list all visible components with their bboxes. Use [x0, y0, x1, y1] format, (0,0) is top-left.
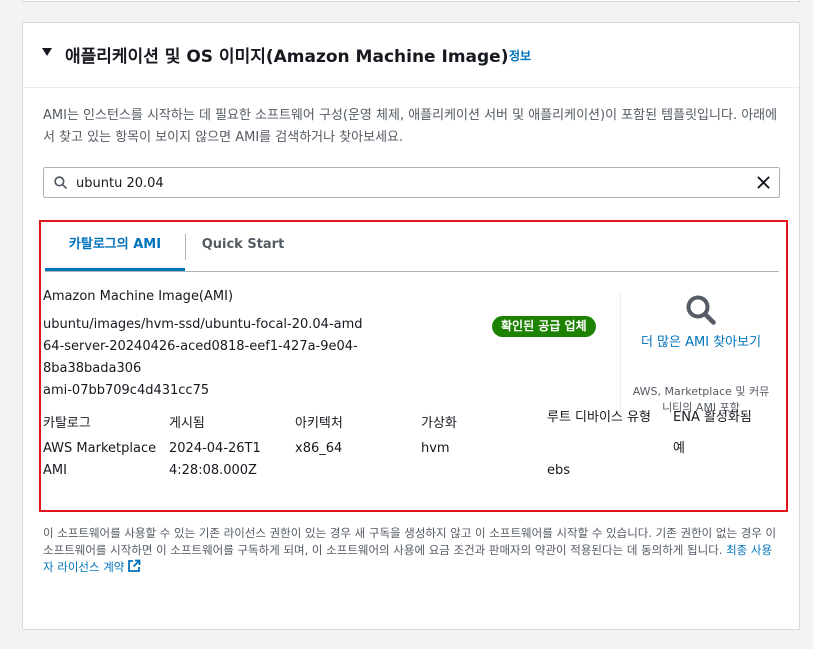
- ami-label: Amazon Machine Image(AMI): [43, 289, 234, 304]
- tab-catalog-ami[interactable]: 카탈로그의 AMI: [45, 226, 185, 271]
- tab-quick-start[interactable]: Quick Start: [186, 226, 300, 271]
- section-title[interactable]: 애플리케이션 및 OS 이미지(Amazon Machine Image): [65, 42, 508, 67]
- license-notice: 이 소프트웨어를 사용할 수 있는 기존 라이선스 권한이 있는 경우 새 구독…: [43, 525, 778, 576]
- header-published: 게시됨: [169, 416, 205, 431]
- side-divider: [620, 293, 621, 419]
- browse-search-icon[interactable]: [685, 294, 717, 326]
- license-notice-text: 이 소프트웨어를 사용할 수 있는 기존 라이선스 권한이 있는 경우 새 구독…: [43, 526, 777, 557]
- header-catalog: 카탈로그: [43, 416, 91, 431]
- ami-details: ubuntu/images/hvm-ssd/ubuntu-focal-20.04…: [43, 314, 363, 402]
- ami-search-box[interactable]: [43, 167, 780, 198]
- collapse-caret-icon[interactable]: [42, 48, 52, 56]
- value-catalog: AWS Marketplace AMI: [43, 441, 157, 478]
- section-description: AMI는 인스턴스를 시작하는 데 필요한 소프트웨어 구성(운영 체제, 애플…: [43, 108, 778, 145]
- browse-more-amis-link[interactable]: 더 많은 AMI 찾아보기: [631, 332, 771, 354]
- header-virtualization: 가상화: [421, 416, 457, 431]
- ami-id: ami-07bb709c4d431cc75: [43, 383, 210, 398]
- ami-name: ubuntu/images/hvm-ssd/ubuntu-focal-20.04…: [43, 317, 363, 376]
- info-link[interactable]: 정보: [509, 47, 531, 64]
- verified-provider-badge: 확인된 공급 업체: [492, 316, 596, 337]
- header-root-device-type: 루트 디바이스 유형: [547, 410, 651, 425]
- header-architecture: 아키텍처: [295, 416, 343, 431]
- value-root-device-type: ebs: [547, 463, 571, 478]
- clear-icon[interactable]: [756, 175, 771, 190]
- value-published: 2024-04-26T14:28:08.000Z: [169, 441, 261, 478]
- value-architecture: x86_64: [295, 441, 343, 456]
- external-link-icon[interactable]: [127, 559, 141, 573]
- search-input[interactable]: [76, 172, 736, 194]
- header-ena-enabled: ENA 활성화됨: [673, 410, 752, 425]
- value-virtualization: hvm: [421, 441, 450, 456]
- previous-panel-edge: [22, 0, 800, 2]
- search-icon: [54, 176, 67, 189]
- ami-tabs: 카탈로그의 AMI Quick Start: [45, 226, 779, 272]
- value-ena-enabled: 예: [673, 441, 685, 456]
- ami-section-panel: 애플리케이션 및 OS 이미지(Amazon Machine Image) 정보…: [22, 22, 800, 630]
- section-header: 애플리케이션 및 OS 이미지(Amazon Machine Image) 정보: [23, 23, 799, 88]
